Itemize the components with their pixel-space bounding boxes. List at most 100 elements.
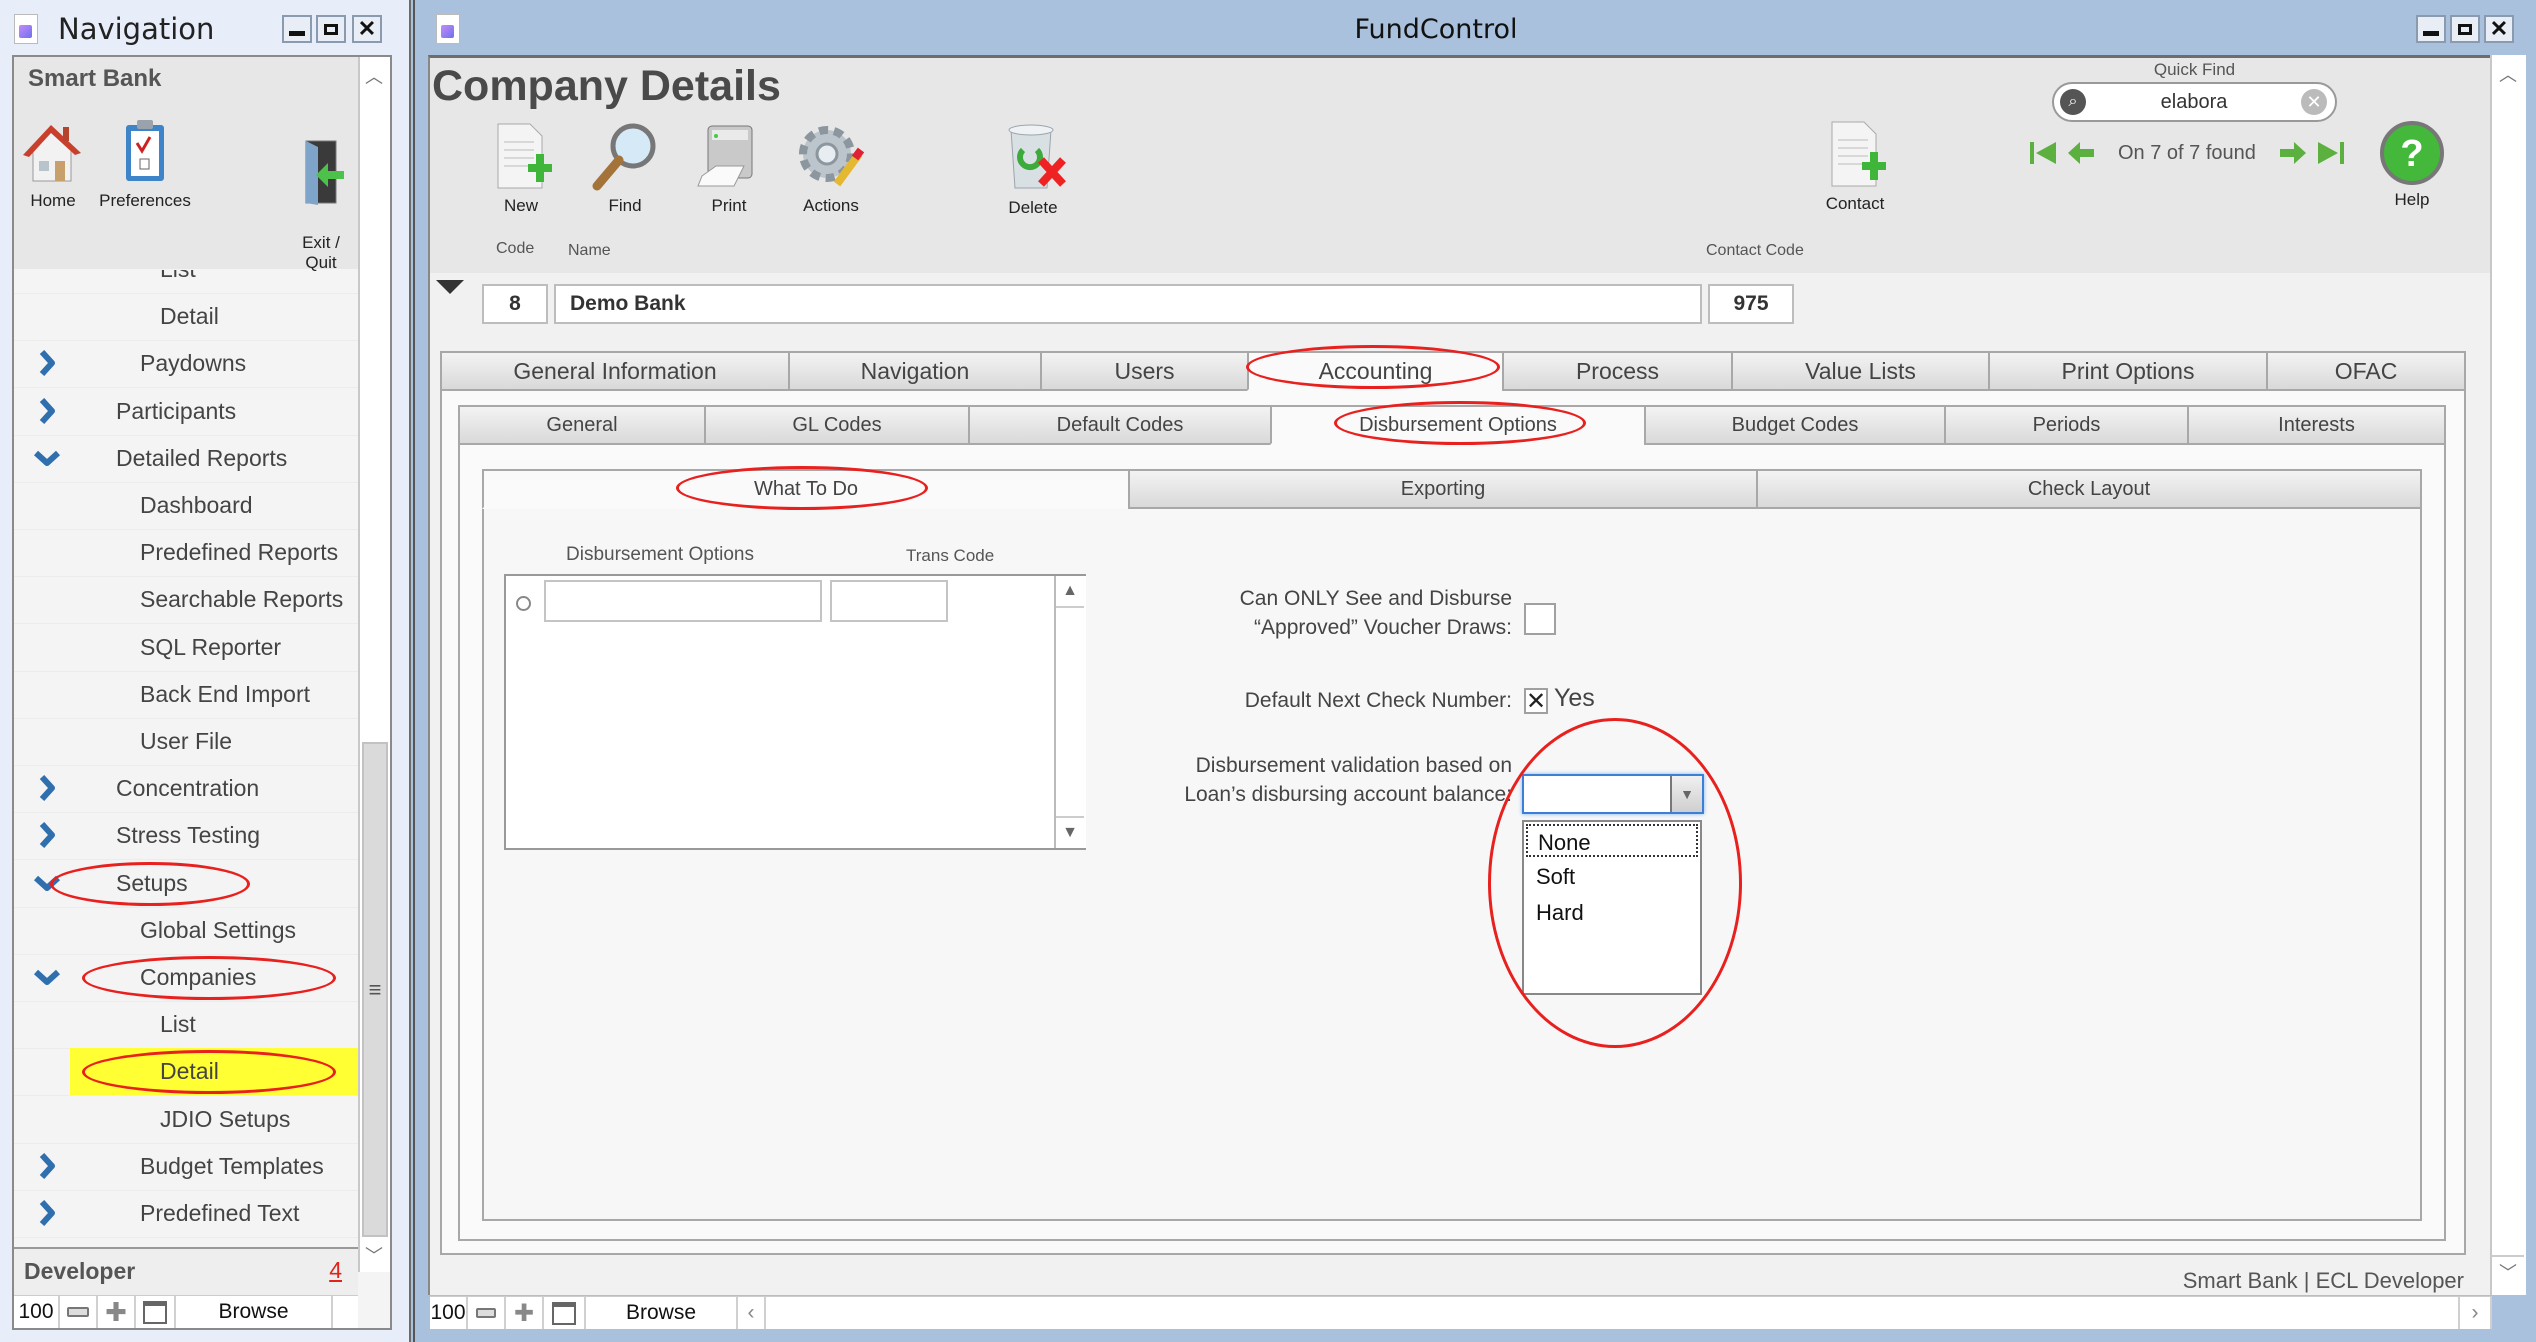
clear-search-icon[interactable]: ✕	[2301, 89, 2327, 115]
close-button[interactable]: ✕	[352, 15, 382, 43]
nav-item[interactable]: User File	[14, 718, 358, 766]
developer-count-link[interactable]: 4	[329, 1257, 342, 1284]
expand-right-icon[interactable]	[34, 1200, 60, 1226]
actions-button[interactable]: Actions	[776, 120, 886, 216]
close-button[interactable]: ✕	[2484, 15, 2514, 43]
subtab-periods[interactable]: Periods	[1944, 405, 2187, 445]
first-record-icon[interactable]	[2028, 140, 2060, 166]
check-number-checkbox[interactable]: ✕	[1524, 688, 1548, 715]
collapse-triangle-icon[interactable]	[436, 280, 464, 294]
nav-item[interactable]: Searchable Reports	[14, 576, 358, 625]
expand-down-icon[interactable]	[34, 870, 60, 896]
zoom-out-button[interactable]	[60, 1296, 98, 1328]
subtab-default-codes[interactable]: Default Codes	[968, 405, 1270, 445]
nav-scrollbar[interactable]: ︿ ≡ ﹀	[358, 57, 390, 1272]
name-field[interactable]: Demo Bank	[554, 284, 1702, 324]
subsubtab-exporting[interactable]: Exporting	[1128, 469, 1756, 509]
scroll-thumb[interactable]: ≡	[362, 742, 388, 1237]
nav-item[interactable]: JDIO Setups	[14, 1096, 358, 1144]
new-button[interactable]: New	[466, 120, 576, 216]
previous-record-icon[interactable]	[2066, 140, 2098, 166]
portal-scroll-down[interactable]: ▼	[1056, 816, 1084, 848]
nav-item[interactable]: Predefined Text	[14, 1190, 358, 1238]
dropdown-option[interactable]: Soft	[1526, 860, 1698, 893]
minimize-button[interactable]	[2416, 15, 2446, 43]
nav-item[interactable]: SQL Reporter	[14, 624, 358, 672]
nav-item[interactable]: Global Settings	[14, 907, 358, 955]
nav-item[interactable]: Setups	[14, 860, 358, 908]
expand-down-icon[interactable]	[34, 445, 60, 471]
help-button[interactable]: ? Help	[2372, 120, 2452, 210]
last-record-icon[interactable]	[2314, 140, 2346, 166]
toolbar-toggle-button[interactable]	[136, 1296, 176, 1328]
scroll-down-button[interactable]: ﹀	[2492, 1255, 2524, 1287]
scroll-up-button[interactable]: ︿	[360, 61, 388, 91]
maximize-button[interactable]	[2450, 15, 2480, 43]
code-field[interactable]: 8	[482, 284, 548, 324]
mode-selector[interactable]: Browse	[176, 1296, 333, 1328]
expand-right-icon[interactable]	[34, 350, 60, 377]
zoom-in-button[interactable]: ✚	[98, 1296, 136, 1328]
toolbar-toggle-button[interactable]	[544, 1297, 586, 1329]
nav-item[interactable]: Detail	[14, 293, 358, 342]
contact-code-field[interactable]: 975	[1708, 284, 1794, 324]
option-input[interactable]	[544, 580, 822, 622]
preferences-button[interactable]: Preferences	[90, 117, 200, 211]
home-button[interactable]: Home	[18, 117, 88, 211]
nav-item[interactable]: List	[14, 270, 358, 294]
scroll-left-button[interactable]: ‹	[738, 1297, 766, 1329]
expand-right-icon[interactable]	[34, 397, 60, 424]
subtab-budget-codes[interactable]: Budget Codes	[1644, 405, 1944, 445]
zoom-in-button[interactable]: ✚	[506, 1297, 544, 1329]
subtab-general[interactable]: General	[458, 405, 704, 445]
expand-right-icon[interactable]	[34, 1152, 60, 1179]
nav-item[interactable]: List	[14, 1001, 358, 1050]
subtab-interests[interactable]: Interests	[2187, 405, 2446, 445]
maximize-button[interactable]	[316, 15, 346, 43]
tab-users[interactable]: Users	[1040, 351, 1247, 391]
expand-right-icon[interactable]	[34, 822, 60, 849]
subsubtab-what-to-do[interactable]: What To Do	[482, 469, 1128, 509]
zoom-level[interactable]: 100	[430, 1297, 468, 1329]
next-record-icon[interactable]	[2276, 140, 2308, 166]
tab-accounting[interactable]: Accounting	[1247, 351, 1502, 391]
nav-item[interactable]: Paydowns	[14, 340, 358, 389]
trans-code-input[interactable]	[830, 580, 948, 622]
nav-item[interactable]: Dashboard	[14, 482, 358, 530]
window-divider[interactable]	[408, 0, 416, 1342]
horizontal-scroll-track[interactable]	[766, 1297, 2458, 1329]
contact-button[interactable]: Contact	[1800, 118, 1910, 214]
scroll-right-button[interactable]: ›	[2458, 1297, 2492, 1329]
dropdown-option[interactable]: None	[1526, 824, 1698, 857]
nav-item[interactable]: Participants	[14, 388, 358, 436]
find-button[interactable]: Find	[570, 120, 680, 216]
nav-item[interactable]: Budget Templates	[14, 1143, 358, 1191]
tab-navigation[interactable]: Navigation	[788, 351, 1040, 391]
nav-item[interactable]: Detail	[14, 1048, 358, 1097]
zoom-level[interactable]: 100	[14, 1296, 60, 1328]
dropdown-option[interactable]: Hard	[1526, 896, 1698, 929]
subtab-disbursement-options[interactable]: Disbursement Options	[1270, 405, 1644, 445]
expand-right-icon[interactable]	[34, 775, 60, 802]
tab-process[interactable]: Process	[1502, 351, 1731, 391]
nav-item[interactable]: Back End Import	[14, 671, 358, 719]
subsubtab-check-layout[interactable]: Check Layout	[1756, 469, 2422, 509]
print-button[interactable]: Print	[674, 120, 784, 216]
expand-down-icon[interactable]	[34, 964, 60, 990]
tab-ofac[interactable]: OFAC	[2266, 351, 2466, 391]
scroll-down-button[interactable]: ﹀	[360, 1240, 388, 1270]
nav-item[interactable]: Companies	[14, 954, 358, 1002]
quick-find-input[interactable]: ⌕ elabora ✕	[2052, 82, 2337, 122]
approved-draws-checkbox[interactable]	[1524, 603, 1556, 635]
zoom-out-button[interactable]	[468, 1297, 506, 1329]
subtab-gl-codes[interactable]: GL Codes	[704, 405, 968, 445]
tab-general-information[interactable]: General Information	[440, 351, 788, 391]
nav-item[interactable]: Concentration	[14, 765, 358, 814]
exit-button[interactable]: Exit / Quit	[286, 117, 356, 273]
nav-item[interactable]: Stress Testing	[14, 812, 358, 861]
tab-print-options[interactable]: Print Options	[1988, 351, 2266, 391]
main-scrollbar[interactable]: ︿ ﹀	[2490, 55, 2526, 1295]
mode-selector[interactable]: Browse	[586, 1297, 738, 1329]
nav-item[interactable]: Detailed Reports	[14, 435, 358, 483]
scroll-up-button[interactable]: ︿	[2492, 59, 2524, 89]
